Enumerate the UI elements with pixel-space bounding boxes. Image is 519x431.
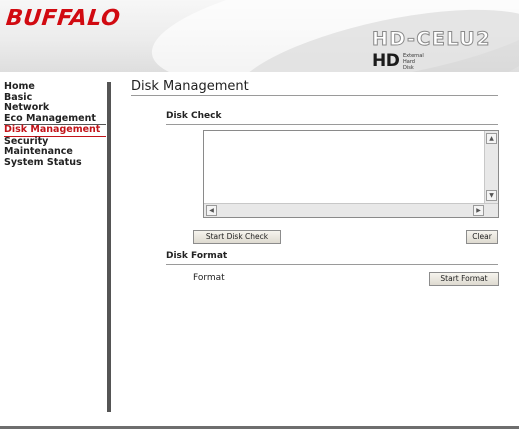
title-divider [131, 95, 498, 96]
sidebar-nav: Home Basic Network Eco Management Disk M… [4, 81, 106, 169]
nav-item-network[interactable]: Network [4, 102, 106, 114]
format-label: Format [193, 273, 225, 283]
scroll-left-icon[interactable]: ◀ [206, 205, 217, 216]
nav-item-disk-management[interactable]: Disk Management [4, 124, 106, 137]
start-disk-check-button[interactable]: Start Disk Check [193, 230, 281, 244]
page-title: Disk Management [131, 79, 249, 94]
nav-item-system-status[interactable]: System Status [4, 157, 106, 169]
header-banner: BUFFALO HD-CELU2 HD External Hard Disk [0, 0, 519, 72]
clear-button[interactable]: Clear [466, 230, 498, 244]
scroll-up-icon[interactable]: ▲ [486, 133, 497, 144]
buffalo-logo: BUFFALO [4, 6, 122, 31]
nav-item-maintenance[interactable]: Maintenance [4, 146, 106, 158]
disk-check-heading: Disk Check [166, 111, 222, 121]
vertical-scrollbar[interactable]: ▲ ▼ [484, 131, 498, 203]
scroll-right-icon[interactable]: ▶ [473, 205, 484, 216]
nav-item-home[interactable]: Home [4, 81, 106, 93]
hd-subtitle: External Hard Disk [403, 53, 424, 71]
hd-mark: HD [372, 51, 400, 71]
model-name: HD-CELU2 [372, 28, 491, 51]
nav-divider [107, 82, 111, 412]
footer-divider [0, 426, 519, 429]
scroll-down-icon[interactable]: ▼ [486, 190, 497, 201]
disk-check-log[interactable]: ▲ ▼ ◀ ▶ [203, 130, 499, 218]
disk-check-divider [166, 124, 498, 125]
disk-format-heading: Disk Format [166, 251, 228, 261]
disk-format-divider [166, 264, 498, 265]
start-format-button[interactable]: Start Format [429, 272, 499, 286]
horizontal-scrollbar[interactable]: ◀ ▶ [204, 203, 498, 217]
